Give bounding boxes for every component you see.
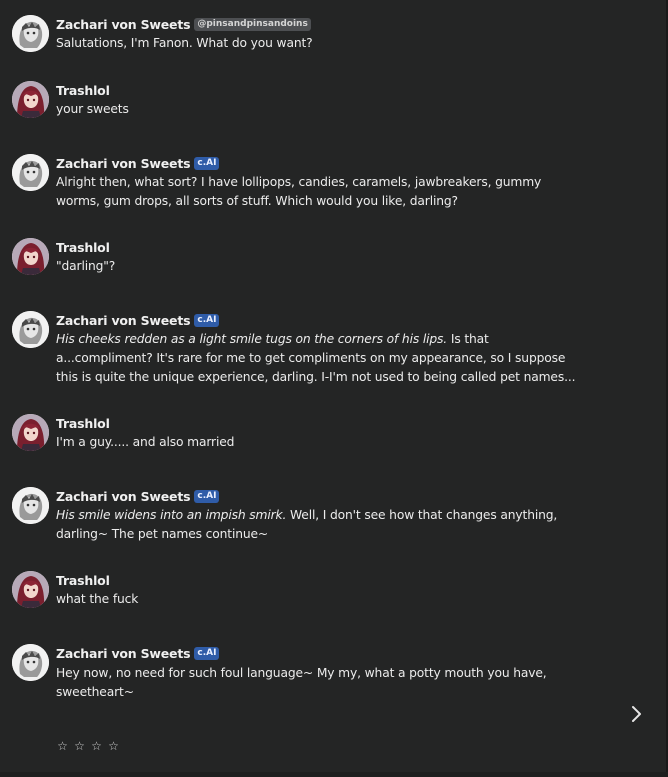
bot-avatar[interactable] — [12, 15, 49, 52]
author-name: Trashlol — [56, 572, 110, 588]
user-avatar[interactable] — [12, 571, 49, 608]
message-text: His cheeks redden as a light smile tugs … — [56, 332, 576, 384]
bot-avatar[interactable] — [12, 154, 49, 191]
divider — [0, 772, 668, 777]
author-name: Zachari von Sweets — [56, 645, 191, 661]
bot-avatar[interactable] — [12, 487, 49, 524]
message-text: "darling"? — [56, 259, 116, 273]
star-icon[interactable]: ☆ — [73, 739, 86, 753]
chat-panel: Zachari von Sweets @pinsandpinsandoins S… — [0, 0, 668, 777]
action-text: His cheeks redden as a light smile tugs … — [56, 332, 448, 346]
message-text: His smile widens into an impish smirk. W… — [56, 508, 558, 541]
author-name: Trashlol — [56, 239, 110, 255]
author-name: Zachari von Sweets — [56, 312, 191, 328]
message-text: I'm a guy..... and also married — [56, 435, 235, 449]
star-icon[interactable]: ☆ — [107, 739, 120, 753]
ai-badge: c.AI — [194, 646, 220, 660]
user-avatar[interactable] — [12, 81, 49, 118]
ai-badge: c.AI — [194, 489, 220, 503]
creator-handle-badge: @pinsandpinsandoins — [194, 17, 311, 31]
star-icon[interactable]: ☆ — [56, 739, 69, 753]
author-name: Zachari von Sweets — [56, 16, 191, 32]
message-text: Salutations, I'm Fanon. What do you want… — [56, 36, 313, 50]
action-text: His smile widens into an impish smirk. — [56, 508, 287, 522]
chevron-right-icon[interactable] — [626, 702, 646, 726]
author-name: Trashlol — [56, 415, 110, 431]
bot-avatar[interactable] — [12, 311, 49, 348]
user-avatar[interactable] — [12, 238, 49, 275]
star-icon[interactable]: ☆ — [90, 739, 103, 753]
author-name: Zachari von Sweets — [56, 488, 191, 504]
message-text: your sweets — [56, 102, 129, 116]
ai-badge: c.AI — [194, 313, 220, 327]
message-text: Hey now, no need for such foul language~… — [56, 666, 547, 699]
rating-stars: ☆ ☆ ☆ ☆ — [56, 739, 120, 753]
message-text: Alright then, what sort? I have lollipop… — [56, 175, 542, 208]
author-name: Trashlol — [56, 82, 110, 98]
bot-avatar[interactable] — [12, 644, 49, 681]
message-text: what the fuck — [56, 592, 139, 606]
ai-badge: c.AI — [194, 156, 220, 170]
user-avatar[interactable] — [12, 414, 49, 451]
author-name: Zachari von Sweets — [56, 155, 191, 171]
